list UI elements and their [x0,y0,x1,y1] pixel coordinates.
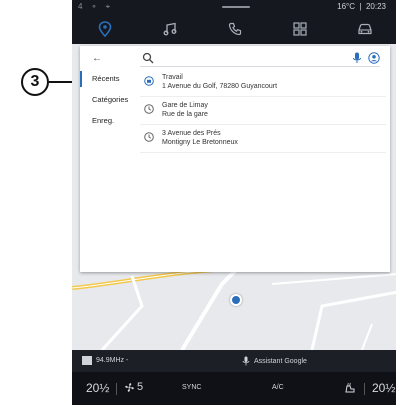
seat-heating-icon[interactable] [344,382,356,396]
status-bar: 4 ⚬ ⌖ 16°C | 20:23 [72,0,396,14]
result-title: Gare de Limay [162,102,208,109]
fan-level: 5 [137,381,144,393]
result-title: Travail [162,74,183,81]
sidebar-item-categories[interactable]: Catégories [80,92,138,108]
fan-control[interactable]: 5 [124,381,143,393]
sidebar-item-saved[interactable]: Enreg. [80,113,138,129]
infotainment-screen: 4 ⚬ ⌖ 16°C | 20:23 ← Récents Catégories … [72,0,396,405]
assistant-label: Assistant Google [254,357,307,365]
search-icon [142,52,154,64]
media-bar: 94.9MHz - Assistant Google [72,350,396,372]
microphone-icon[interactable] [352,52,362,64]
apps-grid-icon[interactable] [288,19,312,39]
temperature-left[interactable]: 20½ [86,381,109,395]
climate-bar: 20½ 5 SYNC A/C 20½ [72,372,396,405]
category-sidebar: Récents Catégories Enreg. [80,71,138,134]
callout-number: 3 [21,68,49,96]
phone-icon[interactable] [223,19,247,39]
current-location-marker[interactable] [230,294,242,306]
temperature-right[interactable]: 20½ [372,381,395,395]
result-address: Montigny Le Bretonneux [162,138,238,146]
ac-button[interactable]: A/C [272,384,284,391]
top-navigation-bar [72,14,396,44]
list-item[interactable]: Travail 1 Avenue du Golf, 78280 Guyancou… [140,71,386,97]
radio-icon [82,356,92,365]
status-right: 16°C | 20:23 [337,2,386,11]
assistant-widget[interactable]: Assistant Google [242,356,307,366]
history-icon [144,104,154,114]
work-pin-icon [144,76,154,86]
sync-button[interactable]: SYNC [182,384,201,391]
status-icons: 4 ⚬ ⌖ [78,2,114,11]
navigation-icon[interactable] [93,19,117,39]
radio-frequency: 94.9MHz - [96,357,129,364]
search-panel: ← Récents Catégories Enreg. Travail 1 Av… [80,46,390,272]
car-icon[interactable] [353,19,377,39]
result-address: 1 Avenue du Golf, 78280 Guyancourt [162,82,278,90]
music-icon[interactable] [158,19,182,39]
fan-icon [125,382,134,392]
history-icon [144,132,154,142]
sidebar-item-recents[interactable]: Récents [80,71,138,87]
drag-handle[interactable] [222,6,250,8]
list-item[interactable]: Gare de Limay Rue de la gare [140,99,386,125]
radio-widget[interactable]: 94.9MHz - [82,356,128,365]
search-bar [140,50,380,67]
microphone-icon [242,356,250,366]
result-title: 3 Avenue des Prés [162,130,221,137]
account-icon[interactable] [368,52,380,64]
back-arrow-icon[interactable]: ← [92,53,102,64]
result-address: Rue de la gare [162,110,208,118]
search-input[interactable] [154,53,352,63]
divider [364,383,365,395]
list-item[interactable]: 3 Avenue des Prés Montigny Le Bretonneux [140,127,386,153]
divider [116,383,117,395]
outside-temperature: 16°C [337,2,355,11]
clock: 20:23 [365,2,386,11]
recent-results-list: Travail 1 Avenue du Golf, 78280 Guyancou… [140,71,386,155]
